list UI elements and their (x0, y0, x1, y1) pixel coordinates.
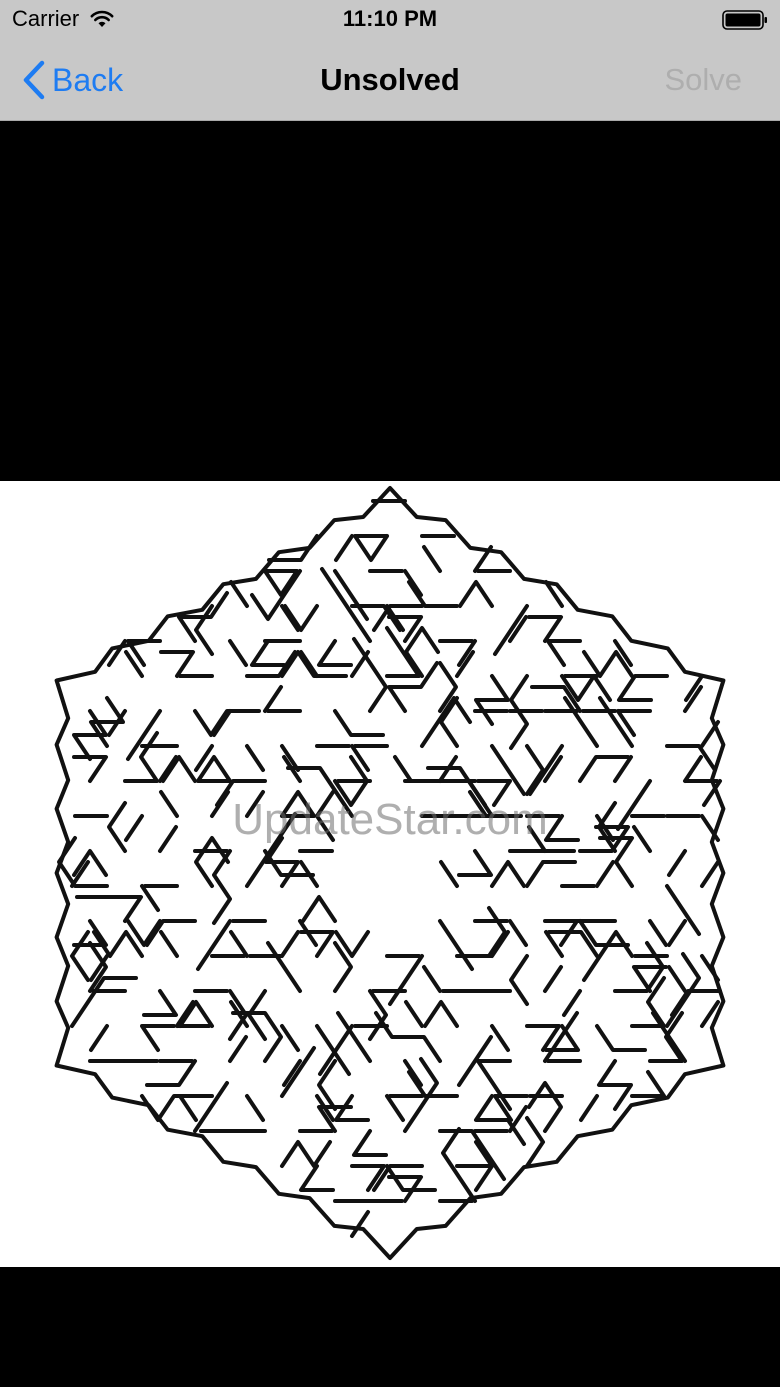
maze-wall-segment (193, 1081, 229, 1133)
content-area: UpdateStar.com (0, 121, 780, 1387)
maze-wall-segment (250, 569, 302, 621)
maze-wall-segment (89, 696, 125, 748)
maze-wall-segment (490, 1024, 510, 1052)
maze-wall-segment (385, 1094, 405, 1122)
maze-wall-segment (617, 674, 669, 702)
maze-wall-segment (75, 895, 143, 923)
maze-wall-segment (543, 965, 563, 993)
maze-wall-segment (140, 1024, 176, 1052)
maze-wall-segment (142, 989, 178, 1017)
maze-wall-segment (89, 1024, 109, 1052)
maze-wall-segment (490, 860, 526, 888)
maze-wall-segment (423, 1000, 459, 1028)
maze-wall-segment (648, 1011, 684, 1063)
maze-wall-segment (352, 637, 388, 713)
maze-wall-segment (613, 755, 633, 783)
maze-wall-segment (579, 1094, 599, 1122)
maze-wall-segment (527, 1081, 563, 1133)
maze-wall-segment (700, 720, 720, 748)
maze-wall-segment (388, 954, 424, 1006)
maze-wall-segment (280, 1046, 316, 1098)
maze-wall-segment (196, 919, 232, 971)
maze-wall-segment (280, 1140, 332, 1168)
maze-wall-segment (301, 895, 337, 923)
maze-wall-segment (263, 685, 283, 713)
maze-image: UpdateStar.com (0, 481, 780, 1267)
maze-wall-segment (140, 1094, 208, 1122)
maze-wall-segment (177, 591, 229, 643)
maze-wall-segment (229, 580, 249, 608)
maze-wall-segment (667, 849, 687, 877)
maze-wall-segment (525, 1116, 545, 1168)
maze-wall-segment (318, 1024, 354, 1076)
maze-wall-segment (350, 1164, 386, 1192)
page-title: Unsolved (320, 62, 460, 97)
status-bar: Carrier 11:10 PM (0, 0, 780, 40)
maze-wall-segment (528, 744, 564, 796)
maze-wall-segment (70, 930, 90, 982)
navigation-bar: Back Unsolved Solve (0, 40, 780, 121)
maze-wall-segment (525, 860, 577, 888)
battery-icon (722, 10, 767, 30)
maze-wall-segment (280, 1024, 300, 1052)
maze-wall-segment (630, 1070, 666, 1098)
maze-wall-segment (700, 860, 720, 888)
maze-wall-segment (508, 919, 528, 947)
maze-wall-segment (527, 615, 563, 643)
maze-wall-segment (72, 849, 108, 877)
maze-wall-segment (352, 1129, 388, 1157)
maze-wall-segment (509, 954, 529, 1006)
status-time: 11:10 PM (342, 6, 438, 31)
maze-wall-segment (438, 1129, 506, 1181)
maze-wall-segment (228, 1035, 248, 1063)
maze-wall-segment (595, 860, 615, 888)
maze-wall-segment (353, 534, 389, 562)
maze-wall-segment (458, 580, 494, 608)
maze-wall-segment (667, 965, 687, 993)
maze-wall-segment (457, 849, 493, 877)
maze-wall-segment (264, 836, 300, 888)
solve-button[interactable]: Solve (664, 62, 742, 98)
maze-wall-segment (194, 604, 214, 656)
maze-wall-segment (439, 860, 459, 888)
maze-wall-segment (334, 534, 354, 562)
maze-wall-segment (228, 639, 248, 667)
maze-wall-segment (404, 1000, 424, 1028)
maze-wall-segment (350, 744, 370, 772)
maze-wall-segment (299, 650, 319, 678)
maze-wall-segment (438, 919, 474, 971)
maze-wall-segment (159, 930, 179, 958)
maze-wall-segment (212, 709, 232, 737)
maze-wall-segment (145, 1059, 197, 1087)
maze-wall-segment (667, 919, 687, 947)
maze-wall-segment (178, 1094, 214, 1122)
watermark: UpdateStar.com (232, 795, 548, 844)
maze-wall-segment (280, 604, 300, 632)
maze-wall-segment (648, 919, 668, 947)
maze-wall-segment (597, 1059, 633, 1111)
maze-wall-segment (476, 1059, 512, 1111)
maze-wall-segment (107, 639, 127, 667)
maze-wall-segment (595, 1024, 647, 1052)
maze-wall-segment (546, 639, 582, 667)
maze-walls (54, 486, 726, 1260)
maze-wall-segment (299, 1164, 335, 1192)
maze-wall-segment (474, 674, 510, 726)
maze-wall-segment (140, 884, 160, 912)
maze-wall-segment (70, 976, 138, 1028)
maze-wall-segment (245, 744, 265, 772)
maze-wall-segment (563, 696, 599, 748)
maze-wall-segment (245, 1094, 265, 1122)
maze-wall-segment (317, 639, 353, 667)
maze-wall-segment (493, 604, 529, 656)
maze-wall-segment (422, 965, 442, 993)
maze-wall-segment (385, 626, 421, 678)
maze-wall-segment (333, 709, 385, 737)
maze-wall-segment (229, 930, 249, 958)
maze-wall-segment (159, 650, 195, 678)
maze-wall-segment (422, 545, 442, 573)
maze-wall-segment (145, 919, 197, 947)
maze-wall-segment (158, 755, 178, 783)
maze-wall-segment (665, 744, 717, 772)
